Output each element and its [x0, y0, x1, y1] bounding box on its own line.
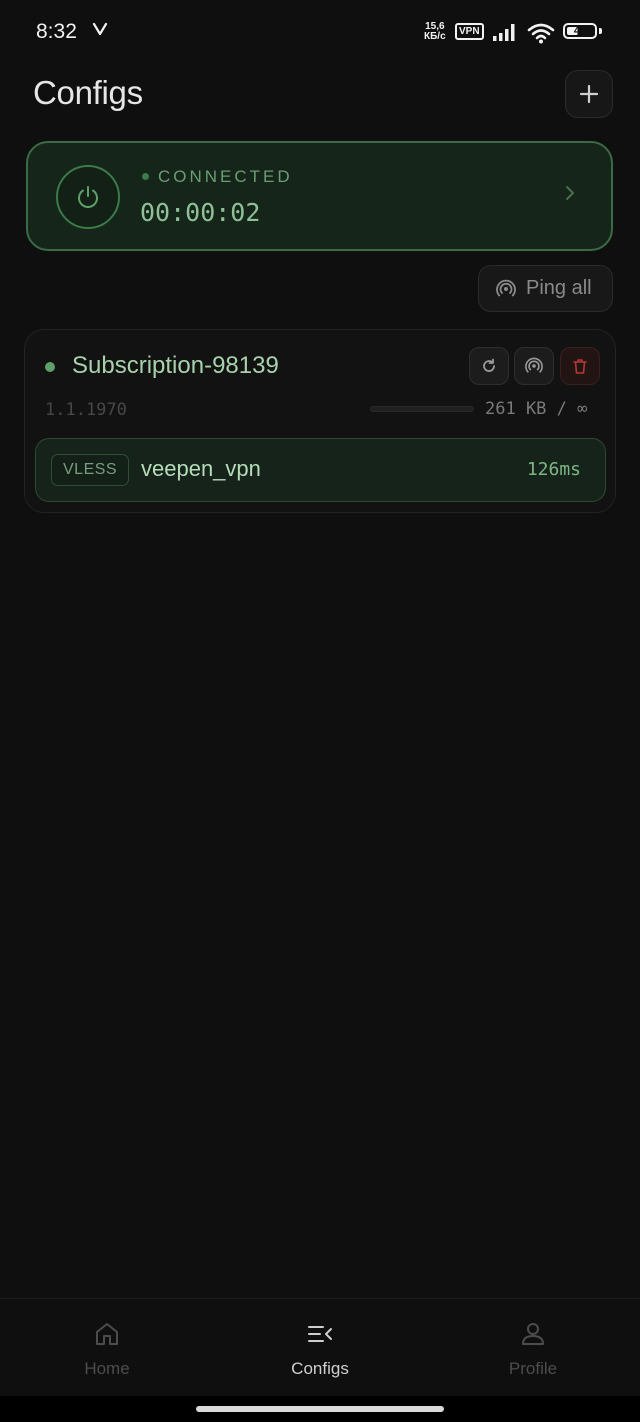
status-dot — [142, 173, 149, 180]
server-row[interactable]: VLESS veepen_vpn 126ms — [35, 438, 606, 502]
nav-label-home: Home — [84, 1359, 130, 1378]
network-speed: 15,6 КБ/с — [424, 22, 446, 42]
connection-card[interactable]: CONNECTED 00:00:02 — [26, 141, 613, 251]
chevron-right-icon — [564, 185, 576, 206]
status-time: 8:32 — [36, 20, 77, 43]
delete-subscription-button[interactable] — [560, 347, 600, 385]
refresh-icon — [483, 358, 495, 372]
profile-icon — [522, 1323, 544, 1345]
ping-all-label: Ping all — [526, 277, 592, 299]
trash-icon — [573, 358, 587, 374]
ping-icon — [525, 357, 543, 373]
nav-item-configs[interactable]: Configs — [260, 1299, 380, 1397]
network-speed-unit: КБ/с — [424, 31, 446, 42]
subscription-card: Subscription-98139 1.1.1970 261 KB / ∞ V… — [24, 329, 616, 513]
protocol-badge: VLESS — [51, 454, 130, 486]
chevron-v-icon — [92, 22, 108, 41]
nav-label-configs: Configs — [291, 1359, 349, 1378]
battery-icon: 41 — [563, 23, 597, 39]
subscription-status-dot — [45, 362, 55, 372]
nav-item-home[interactable]: Home — [47, 1299, 167, 1397]
nav-item-profile[interactable]: Profile — [473, 1299, 593, 1397]
configs-icon — [308, 1326, 332, 1342]
battery-level: 41 — [573, 25, 587, 37]
subscription-name: Subscription-98139 — [72, 352, 279, 379]
ping-subscription-button[interactable] — [514, 347, 554, 385]
nav-label-profile: Profile — [508, 1359, 558, 1378]
wifi-icon — [527, 22, 555, 49]
status-bar: 8:32 15,6 КБ/с VPN 41 — [0, 0, 640, 64]
home-icon — [96, 1323, 118, 1345]
subscription-date: 1.1.1970 — [45, 400, 127, 420]
connection-timer: 00:00:02 — [140, 198, 261, 227]
power-icon — [78, 186, 98, 208]
usage-text: 261 KB / ∞ — [485, 399, 588, 419]
add-config-button[interactable] — [565, 70, 613, 118]
refresh-subscription-button[interactable] — [469, 347, 509, 385]
usage-progress-bar — [370, 406, 474, 412]
cell-signal-icon — [493, 23, 519, 46]
gesture-handle[interactable] — [196, 1406, 444, 1412]
page-title: Configs — [33, 74, 143, 111]
server-name: veepen_vpn — [141, 456, 261, 481]
bottom-nav: Home Configs Profile — [0, 1298, 640, 1397]
server-ping: 126ms — [526, 459, 581, 480]
vpn-indicator: VPN — [455, 23, 484, 40]
plus-icon — [579, 84, 599, 104]
power-button[interactable] — [56, 165, 120, 229]
ping-icon — [496, 279, 516, 296]
connection-status: CONNECTED — [158, 167, 293, 186]
ping-all-button[interactable]: Ping all — [478, 265, 613, 312]
battery-tip — [599, 28, 602, 34]
